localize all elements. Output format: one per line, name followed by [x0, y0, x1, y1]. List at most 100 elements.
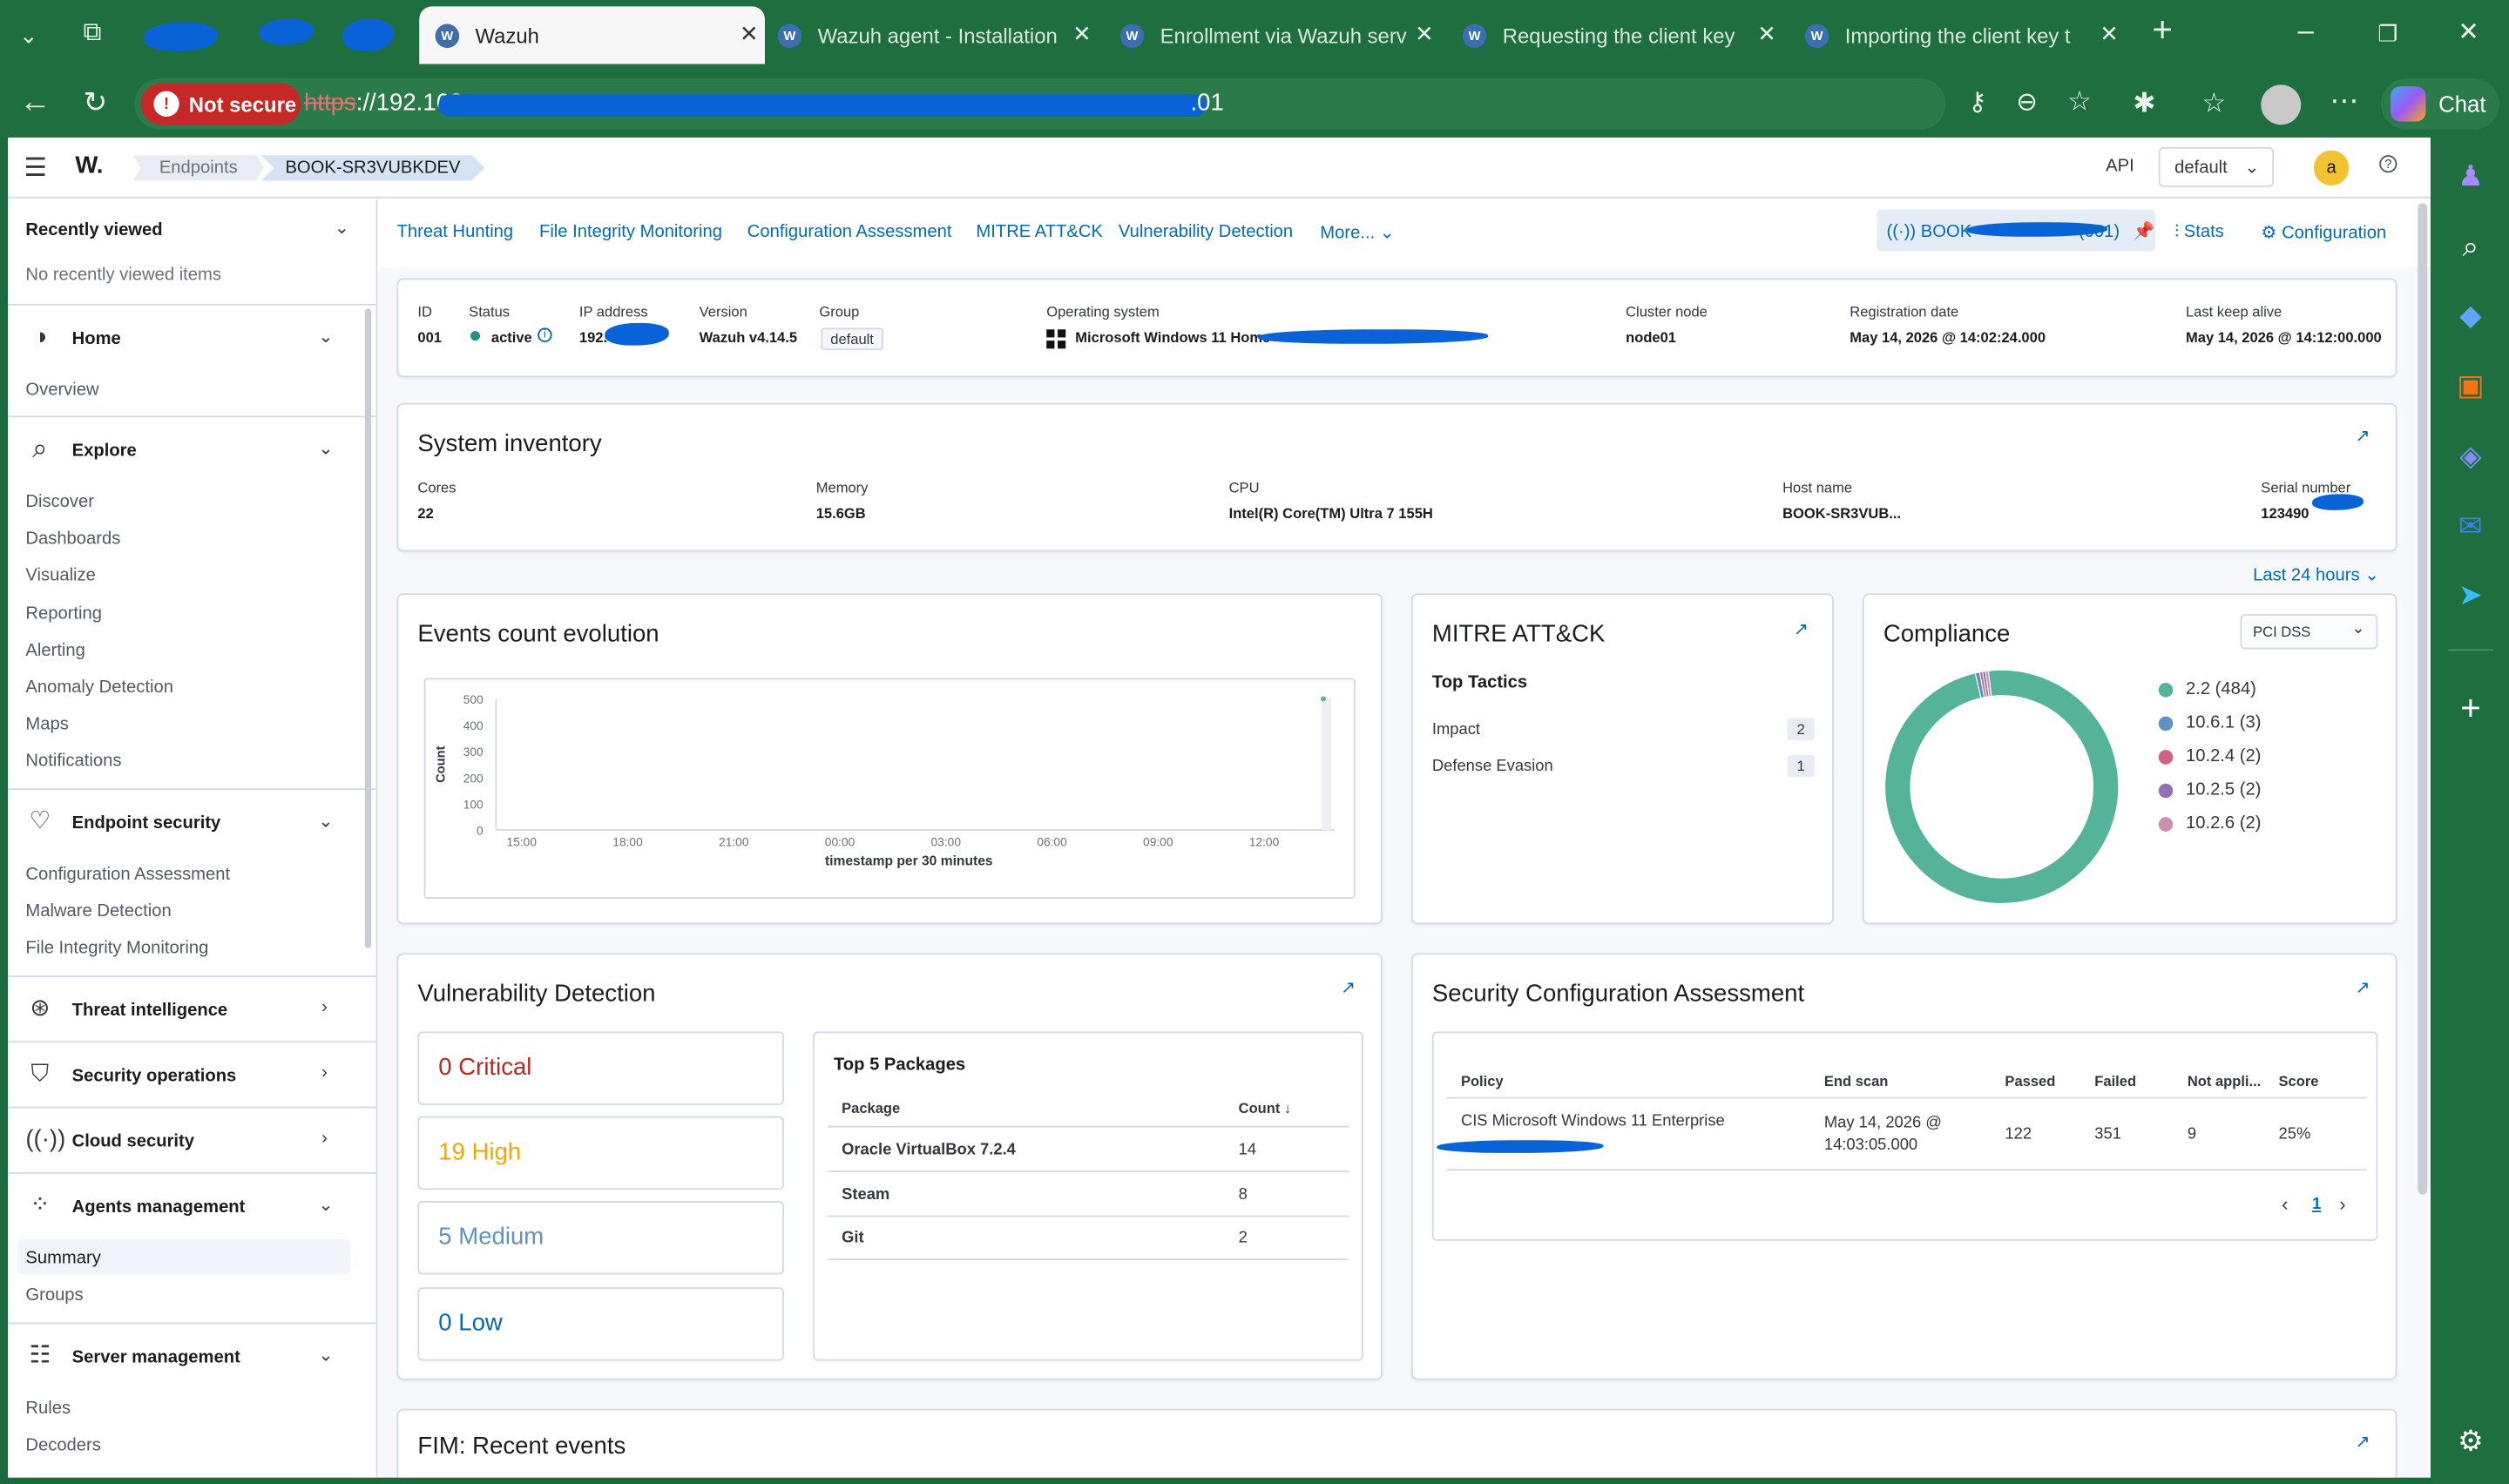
col-count[interactable]: Count ↓: [1239, 1100, 1292, 1116]
legend-item[interactable]: 10.2.6 (2): [2158, 814, 2261, 833]
external-link-icon[interactable]: ↗: [2356, 1431, 2370, 1452]
nav-summary[interactable]: Summary: [25, 1249, 100, 1268]
chevron-down-icon[interactable]: ⌄: [319, 1195, 334, 1215]
minimize-icon[interactable]: –: [2298, 16, 2314, 44]
chevron-down-icon[interactable]: ⌄: [335, 218, 349, 239]
extensions-icon[interactable]: ✱: [2133, 89, 2155, 118]
compliance-select[interactable]: PCI DSS ⌄: [2240, 614, 2378, 650]
tab-vulnerability-detection[interactable]: Vulnerability Detection: [1119, 222, 1293, 241]
tactic-defense-evasion[interactable]: Defense Evasion: [1432, 758, 1553, 775]
wazuh-logo[interactable]: W.: [75, 152, 103, 179]
nav-home[interactable]: Home: [72, 329, 121, 348]
nav-groups[interactable]: Groups: [25, 1285, 83, 1305]
tab-threat-hunting[interactable]: Threat Hunting: [397, 222, 514, 241]
sca-col-policy[interactable]: Policy: [1461, 1073, 1504, 1089]
legend-item[interactable]: 2.2 (484): [2158, 679, 2256, 698]
send-icon[interactable]: ➤: [2452, 579, 2490, 611]
address-bar[interactable]: ! Not secure https://192.168. .01 ⚷ ⊖ ☆: [134, 78, 2092, 130]
nav-security-operations[interactable]: Security operations: [72, 1067, 237, 1086]
nav-server-management[interactable]: Server management: [72, 1348, 240, 1367]
sca-policy-name[interactable]: CIS Microsoft Windows 11 Enterprise: [1461, 1113, 1725, 1130]
sca-col-failed[interactable]: Failed: [2094, 1073, 2136, 1089]
high-count-box[interactable]: 19 High: [417, 1116, 785, 1191]
sca-col-passed[interactable]: Passed: [2005, 1073, 2055, 1089]
legend-item[interactable]: 10.2.4 (2): [2158, 747, 2261, 766]
group-badge[interactable]: default: [821, 327, 883, 351]
chevron-right-icon[interactable]: ›: [321, 1129, 328, 1148]
package-git[interactable]: Git: [842, 1230, 864, 1247]
settings-gear-icon[interactable]: ⚙: [2452, 1425, 2490, 1457]
key-icon[interactable]: ⚷: [1968, 90, 1987, 118]
package-steam[interactable]: Steam: [842, 1186, 889, 1204]
favorites-icon[interactable]: ☆: [2201, 89, 2226, 118]
chevron-down-icon[interactable]: ⌄: [319, 438, 334, 459]
favorite-star-icon[interactable]: ☆: [2067, 87, 2092, 117]
pin-icon[interactable]: 📌: [2133, 220, 2154, 241]
nav-decoders[interactable]: Decoders: [25, 1436, 100, 1455]
critical-count-box[interactable]: 0 Critical: [417, 1031, 785, 1105]
api-label[interactable]: API: [2106, 157, 2134, 176]
pagination-prev-icon[interactable]: ‹: [2282, 1193, 2288, 1216]
search-icon[interactable]: ⌕: [2452, 230, 2490, 262]
sca-col-score[interactable]: Score: [2279, 1073, 2319, 1089]
nav-dashboards[interactable]: Dashboards: [25, 530, 120, 549]
package-virtualbox[interactable]: Oracle VirtualBox 7.2.4: [842, 1142, 1016, 1159]
close-tab-icon[interactable]: ✕: [1750, 20, 1776, 49]
external-link-icon[interactable]: ↗: [1341, 977, 1356, 998]
sca-col-not-applicable[interactable]: Not appli...: [2188, 1073, 2261, 1089]
chevron-right-icon[interactable]: ›: [321, 1063, 328, 1083]
time-range-picker[interactable]: Last 24 hours ⌄: [2253, 564, 2379, 585]
back-icon[interactable]: ←: [19, 86, 51, 118]
tab-mitre-attack[interactable]: MITRE ATT&CK: [976, 222, 1103, 241]
outlook-icon[interactable]: ✉: [2452, 510, 2490, 543]
people-icon[interactable]: ♟: [2452, 160, 2490, 192]
nav-rules[interactable]: Rules: [25, 1400, 71, 1419]
refresh-icon[interactable]: ↻: [84, 88, 108, 117]
tenant-select[interactable]: default ⌄: [2158, 146, 2275, 187]
recently-viewed-header[interactable]: Recently viewed: [25, 220, 162, 239]
user-avatar[interactable]: a: [2313, 150, 2350, 186]
pagination-next-icon[interactable]: ›: [2339, 1193, 2345, 1216]
main-scrollbar[interactable]: [2418, 203, 2428, 1195]
more-menu-icon[interactable]: ⋯: [2330, 86, 2358, 115]
not-secure-badge[interactable]: ! Not secure: [140, 83, 301, 125]
configuration-button[interactable]: ⚙ Configuration: [2261, 222, 2386, 243]
close-tab-icon[interactable]: ✕: [740, 21, 759, 48]
nav-cloud-security[interactable]: Cloud security: [72, 1132, 194, 1151]
external-link-icon[interactable]: ↗: [1794, 619, 1809, 639]
nav-anomaly-detection[interactable]: Anomaly Detection: [25, 678, 173, 698]
stats-button[interactable]: ⫶ Stats: [2174, 222, 2224, 243]
nav-maps[interactable]: Maps: [25, 715, 68, 734]
close-tab-icon[interactable]: ✕: [2093, 20, 2119, 49]
help-icon[interactable]: ?: [2379, 155, 2397, 173]
chevron-down-icon[interactable]: ⌄: [319, 1345, 334, 1366]
nav-file-integrity-monitoring[interactable]: File Integrity Monitoring: [25, 939, 208, 958]
external-link-icon[interactable]: ↗: [2356, 425, 2370, 446]
hamburger-menu-icon[interactable]: ☰: [24, 152, 47, 184]
tab-wazuh-agent-installation[interactable]: W Wazuh agent - Installation ✕: [777, 6, 1098, 64]
chat-button[interactable]: Chat: [2381, 78, 2499, 130]
info-icon[interactable]: i: [538, 327, 552, 342]
close-window-icon[interactable]: ✕: [2458, 19, 2479, 48]
tab-enrollment[interactable]: W Enrollment via Wazuh serv ✕: [1119, 6, 1440, 64]
nav-configuration-assessment[interactable]: Configuration Assessment: [25, 865, 230, 884]
nav-reporting[interactable]: Reporting: [25, 604, 102, 624]
toolbox-icon[interactable]: ▣: [2452, 369, 2490, 401]
tab-configuration-assessment[interactable]: Configuration Assessment: [747, 222, 952, 241]
legend-item[interactable]: 10.2.5 (2): [2158, 780, 2261, 799]
new-tab-icon[interactable]: +: [2152, 12, 2173, 47]
tab-wazuh[interactable]: W Wazuh ✕: [419, 6, 765, 64]
redacted-tab-1[interactable]: [144, 22, 218, 51]
zoom-icon[interactable]: ⊖: [2016, 90, 2038, 118]
breadcrumb-endpoints[interactable]: Endpoints: [132, 155, 265, 181]
pagination-page-1[interactable]: 1: [2312, 1196, 2321, 1213]
profile-avatar[interactable]: [2261, 84, 2302, 125]
col-package[interactable]: Package: [842, 1100, 900, 1116]
nav-overview[interactable]: Overview: [25, 381, 98, 400]
medium-count-box[interactable]: 5 Medium: [417, 1200, 785, 1275]
copilot-app-icon[interactable]: ◈: [2452, 440, 2490, 472]
tab-importing-client-key[interactable]: W Importing the client key t ✕: [1804, 6, 2125, 64]
tab-requesting-client-key[interactable]: W Requesting the client key ✕: [1462, 6, 1782, 64]
nav-alerting[interactable]: Alerting: [25, 641, 85, 660]
agent-pill[interactable]: ((·)) BOOK (001) 📌: [1877, 209, 2156, 252]
